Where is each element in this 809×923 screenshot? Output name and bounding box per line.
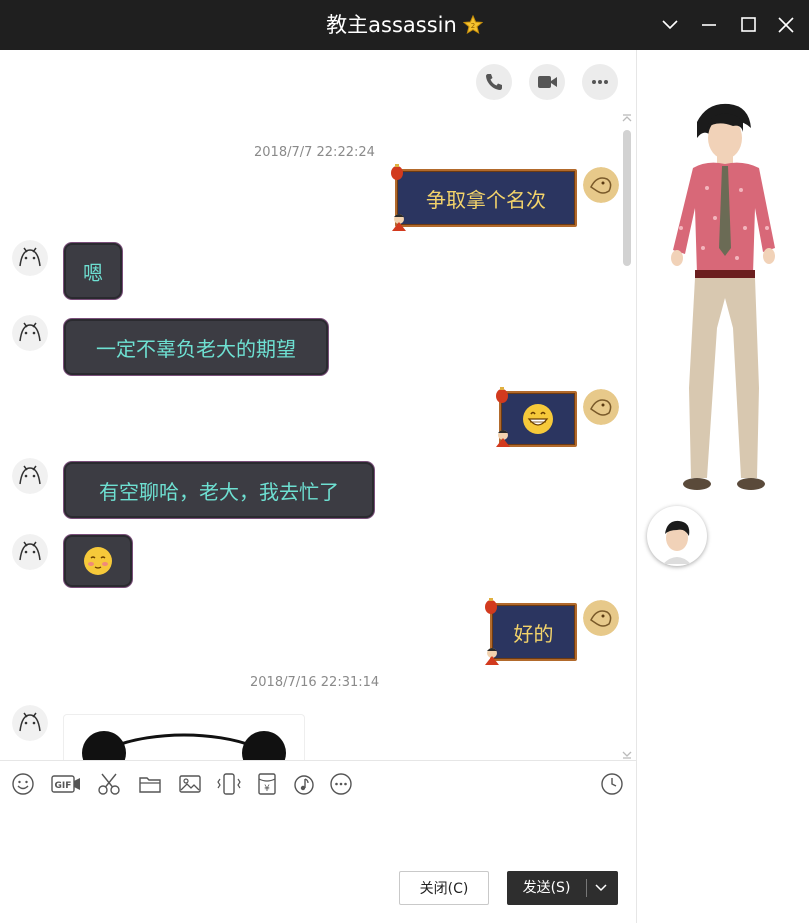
star-badge-icon: 2 [462,3,484,53]
close-icon[interactable] [774,13,798,37]
message-text: 好的 [513,621,554,646]
svg-text:2: 2 [471,22,475,30]
contact-show-panel [636,50,809,923]
message-timestamp: 2018/7/16 22:31:14 [250,675,380,690]
send-options-chevron-icon[interactable] [593,880,609,900]
sticker-image-message[interactable] [63,714,305,760]
lantern-decoration-icon [483,597,499,621]
video-icon [538,76,557,88]
scissors-icon[interactable] [96,771,122,797]
video-call-button[interactable] [529,64,565,100]
scroll-up-icon[interactable] [621,108,633,127]
lantern-decoration-icon [494,386,510,410]
message-text: 嗯 [83,260,103,285]
my-avatar[interactable] [583,600,619,636]
contact-avatar[interactable] [12,315,48,351]
contact-avatar[interactable] [12,240,48,276]
message-bubble-outgoing[interactable]: 好的 [490,603,577,661]
my-avatar[interactable] [583,389,619,425]
send-button-divider [586,879,587,897]
title-bar: 教主assassin 2 [0,0,809,50]
contact-name: 教主assassin [326,13,457,37]
svg-text:¥: ¥ [264,784,270,794]
emoji-icon[interactable] [10,771,36,797]
more-icon [592,80,608,84]
send-button[interactable]: 发送(S) [507,871,618,905]
maximize-icon[interactable] [736,13,760,37]
message-bubble-outgoing[interactable]: 争取拿个名次 [395,169,577,227]
phone-call-button[interactable] [476,64,512,100]
close-button[interactable]: 关闭(C) [399,871,489,905]
more-icon[interactable] [328,771,354,797]
send-button-label: 发送(S) [522,880,571,896]
shy-emoji-icon [84,547,112,575]
avatar-character-image [671,103,775,490]
message-timestamp: 2018/7/7 22:22:24 [254,145,375,160]
message-bubble-incoming[interactable] [66,537,130,585]
grin-emoji-icon [523,404,553,434]
message-bubble-incoming[interactable]: 有空聊哈，老大，我去忙了 [66,464,372,516]
scrollbar-thumb[interactable] [623,130,631,266]
more-options-button[interactable] [582,64,618,100]
avatar-thumbnail-image [663,520,691,564]
folder-icon[interactable] [137,771,163,797]
phone-icon [486,74,502,90]
svg-text:GIF: GIF [55,781,72,791]
message-text: 一定不辜负老大的期望 [96,336,296,361]
lantern-decoration-icon [389,163,405,187]
music-icon[interactable] [291,771,317,797]
show-avatar-button[interactable] [647,506,707,566]
message-bubble-incoming[interactable]: 嗯 [66,245,120,297]
message-text: 有空聊哈，老大，我去忙了 [99,479,339,504]
chat-area: 2018/7/7 22:22:24 争取拿个名次 嗯 一定不辜负老大的期望 有空… [0,50,636,760]
contact-avatar[interactable] [12,705,48,741]
doll-decoration-icon [492,427,514,453]
message-bubble-incoming[interactable]: 一定不辜负老大的期望 [66,321,326,373]
chevron-down-icon[interactable] [658,13,682,37]
input-toolbar: GIF ¥ [0,760,636,810]
history-clock-icon[interactable] [599,771,625,797]
message-text: 争取拿个名次 [426,187,546,212]
message-input[interactable] [0,810,636,860]
doll-decoration-icon [481,645,503,671]
my-avatar[interactable] [583,167,619,203]
window-title: 教主assassin 2 [0,0,809,50]
panda-sticker-image [82,731,286,760]
contact-avatar[interactable] [12,458,48,494]
minimize-icon[interactable] [697,13,721,37]
gif-icon[interactable]: GIF [50,771,82,797]
scroll-down-icon[interactable] [621,745,633,760]
shake-icon[interactable] [216,771,242,797]
doll-decoration-icon [388,211,410,237]
contact-avatar[interactable] [12,534,48,570]
image-icon[interactable] [177,771,203,797]
red-packet-icon[interactable]: ¥ [254,771,280,797]
